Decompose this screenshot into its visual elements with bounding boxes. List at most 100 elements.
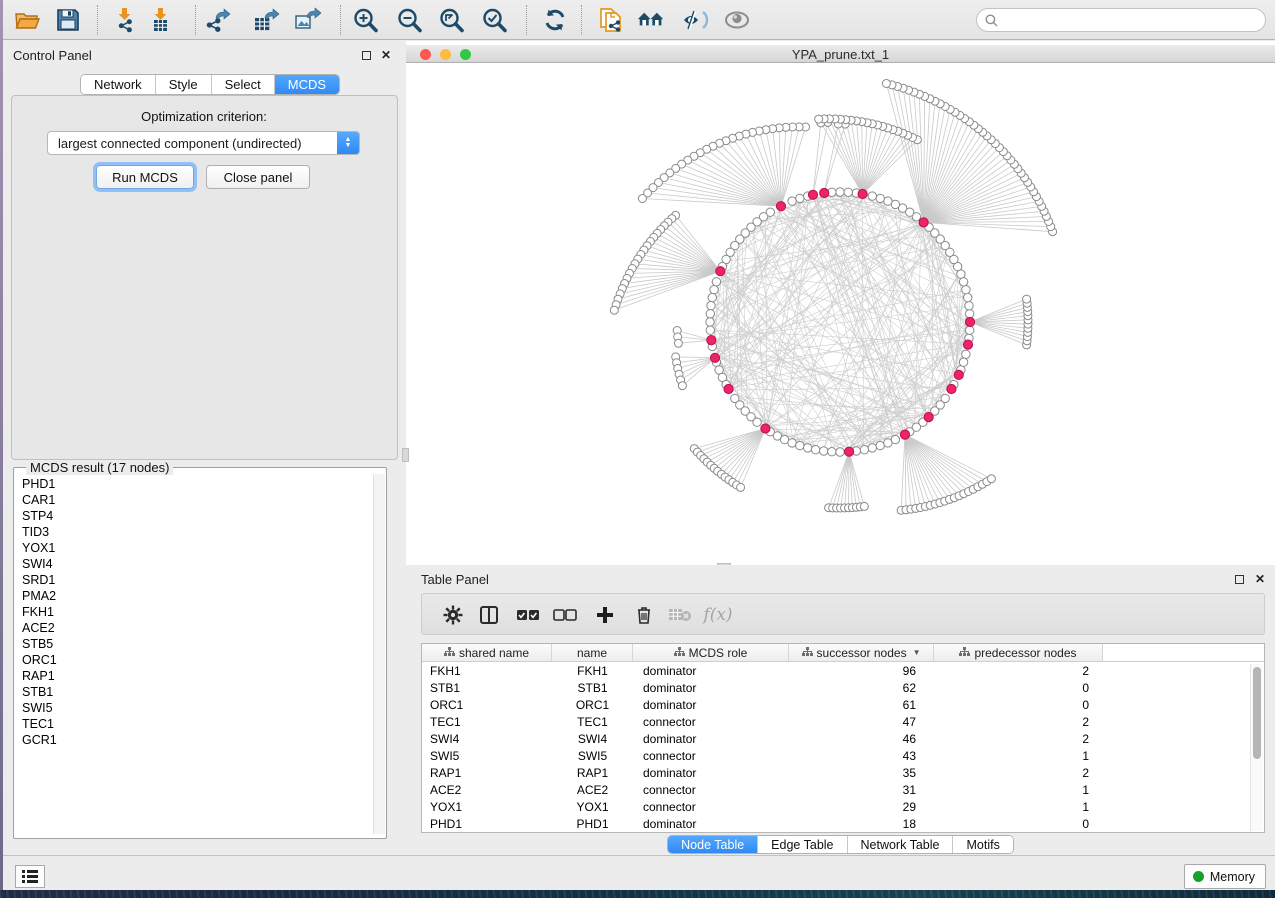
mcds-node-item[interactable]: ORC1 xyxy=(22,652,372,668)
table-cell: dominator xyxy=(633,732,789,746)
network-window-titlebar[interactable]: YPA_prune.txt_1 xyxy=(406,45,1275,63)
network-document-icon[interactable] xyxy=(596,6,624,34)
import-network-icon[interactable] xyxy=(112,6,140,34)
close-panel-button[interactable]: Close panel xyxy=(206,165,310,189)
split-pane-icon[interactable] xyxy=(475,601,503,629)
memory-button[interactable]: Memory xyxy=(1184,864,1266,889)
table-row[interactable]: STB1STB1dominator620 xyxy=(422,679,1264,696)
export-image-icon[interactable] xyxy=(294,6,322,34)
table-row[interactable]: SWI4SWI4dominator462 xyxy=(422,730,1264,747)
mcds-node-item[interactable]: ACE2 xyxy=(22,620,372,636)
select-all-icon[interactable] xyxy=(514,601,542,629)
table-cell: YOX1 xyxy=(552,800,633,814)
column-header-filler xyxy=(1103,644,1264,661)
zoom-in-icon[interactable] xyxy=(351,6,379,34)
mcds-node-item[interactable]: STP4 xyxy=(22,508,372,524)
search-input[interactable] xyxy=(1003,13,1257,27)
deselect-all-icon[interactable] xyxy=(551,601,579,629)
mcds-node-item[interactable]: CAR1 xyxy=(22,492,372,508)
tab-style[interactable]: Style xyxy=(156,75,212,94)
column-header-name[interactable]: name xyxy=(552,644,633,661)
tab-network[interactable]: Network xyxy=(81,75,156,94)
table-cell: SWI4 xyxy=(422,732,552,746)
delete-column-icon[interactable] xyxy=(630,601,658,629)
splitter-grip-vertical[interactable] xyxy=(402,448,409,462)
mcds-node-item[interactable]: RAP1 xyxy=(22,668,372,684)
table-cell: connector xyxy=(633,749,789,763)
export-table-icon[interactable] xyxy=(253,6,281,34)
table-row[interactable]: TEC1TEC1connector472 xyxy=(422,713,1264,730)
run-mcds-button[interactable]: Run MCDS xyxy=(96,165,194,189)
mcds-node-item[interactable]: SWI4 xyxy=(22,556,372,572)
settings-gear-icon[interactable] xyxy=(439,601,467,629)
table-row[interactable]: ORC1ORC1dominator610 xyxy=(422,696,1264,713)
import-table-icon[interactable] xyxy=(148,6,176,34)
add-column-icon[interactable] xyxy=(591,601,619,629)
mcds-node-item[interactable]: GCR1 xyxy=(22,732,372,748)
table-cell: SWI5 xyxy=(422,749,552,763)
table-panel-title: Table Panel xyxy=(421,572,489,587)
float-panel-icon[interactable] xyxy=(362,51,371,60)
table-cell: dominator xyxy=(633,664,789,678)
mcds-node-item[interactable]: PMA2 xyxy=(22,588,372,604)
table-cell: 0 xyxy=(934,681,1103,695)
sort-descending-icon: ▼ xyxy=(913,648,921,657)
mcds-result-list[interactable]: PHD1CAR1STP4TID3YOX1SWI4SRD1PMA2FKH1ACE2… xyxy=(22,476,372,834)
control-panel: Control Panel ✕ NetworkStyleSelectMCDS O… xyxy=(3,41,405,855)
control-panel-tabs: NetworkStyleSelectMCDS xyxy=(80,74,340,95)
tab-select[interactable]: Select xyxy=(212,75,275,94)
control-panel-title: Control Panel xyxy=(13,48,92,63)
mcds-node-item[interactable]: SRD1 xyxy=(22,572,372,588)
column-header-successor-nodes[interactable]: successor nodes▼ xyxy=(789,644,934,661)
table-row[interactable]: SWI5SWI5connector431 xyxy=(422,747,1264,764)
mcds-node-item[interactable]: STB5 xyxy=(22,636,372,652)
delete-table-icon xyxy=(666,601,694,629)
tab-network-table[interactable]: Network Table xyxy=(848,836,954,853)
mcds-list-scrollbar[interactable] xyxy=(373,474,385,834)
task-history-button[interactable] xyxy=(15,865,45,888)
table-row[interactable]: YOX1YOX1connector291 xyxy=(422,798,1264,815)
tab-motifs[interactable]: Motifs xyxy=(953,836,1012,853)
save-icon[interactable] xyxy=(54,6,82,34)
table-scrollbar[interactable] xyxy=(1250,664,1263,831)
function-builder-icon: f(x) xyxy=(704,601,732,629)
zoom-out-icon[interactable] xyxy=(395,6,423,34)
close-panel-icon[interactable]: ✕ xyxy=(381,48,391,62)
search-field[interactable] xyxy=(976,8,1266,32)
column-header-predecessor-nodes[interactable]: predecessor nodes xyxy=(934,644,1103,661)
show-graphics-icon[interactable] xyxy=(723,6,751,34)
zoom-selected-icon[interactable] xyxy=(480,6,508,34)
refresh-icon[interactable] xyxy=(541,6,569,34)
hide-graphics-icon[interactable] xyxy=(681,6,709,34)
network-canvas[interactable] xyxy=(406,63,1275,565)
mcds-node-item[interactable]: TID3 xyxy=(22,524,372,540)
table-cell: dominator xyxy=(633,817,789,831)
table-row[interactable]: RAP1RAP1dominator352 xyxy=(422,764,1264,781)
mcds-node-item[interactable]: YOX1 xyxy=(22,540,372,556)
open-folder-icon[interactable] xyxy=(14,6,42,34)
export-network-icon[interactable] xyxy=(204,6,232,34)
close-table-panel-icon[interactable]: ✕ xyxy=(1255,572,1265,586)
zoom-fit-icon[interactable] xyxy=(437,6,465,34)
table-row[interactable]: PHD1PHD1dominator180 xyxy=(422,815,1264,832)
float-table-panel-icon[interactable] xyxy=(1235,575,1244,584)
table-row[interactable]: ACE2ACE2connector311 xyxy=(422,781,1264,798)
home-layout-icon[interactable] xyxy=(637,6,665,34)
mcds-node-item[interactable]: TEC1 xyxy=(22,716,372,732)
column-header-shared-name[interactable]: shared name xyxy=(422,644,552,661)
table-cell: connector xyxy=(633,800,789,814)
criterion-value: largest connected component (undirected) xyxy=(48,136,337,151)
column-header-MCDS-role[interactable]: MCDS role xyxy=(633,644,789,661)
table-scrollbar-thumb[interactable] xyxy=(1253,667,1261,759)
node-table[interactable]: shared namename MCDS role successor node… xyxy=(421,643,1265,833)
mcds-node-item[interactable]: PHD1 xyxy=(22,476,372,492)
mcds-node-item[interactable]: SWI5 xyxy=(22,700,372,716)
tab-edge-table[interactable]: Edge Table xyxy=(758,836,847,853)
tab-mcds[interactable]: MCDS xyxy=(275,75,339,94)
mcds-node-item[interactable]: FKH1 xyxy=(22,604,372,620)
tab-node-table[interactable]: Node Table xyxy=(668,836,758,853)
criterion-dropdown[interactable]: largest connected component (undirected)… xyxy=(47,131,360,155)
list-icon xyxy=(21,869,39,884)
table-row[interactable]: FKH1FKH1dominator962 xyxy=(422,662,1264,679)
mcds-node-item[interactable]: STB1 xyxy=(22,684,372,700)
